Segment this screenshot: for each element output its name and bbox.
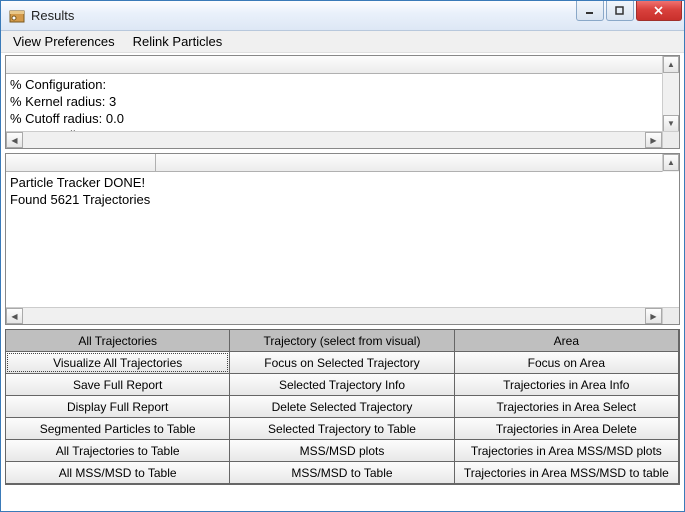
results-window: Results View Preferences Relink Particle… [0,0,685,512]
scroll-left-icon[interactable]: ◀ [6,132,23,148]
titlebar: Results [1,1,684,31]
scroll-up-icon[interactable]: ▲ [663,56,679,73]
scroll-down-icon[interactable]: ▼ [663,115,679,132]
output-header-col [6,154,156,171]
output-pane: Particle Tracker DONE! Found 5621 Trajec… [5,153,680,325]
col-header-trajectory: Trajectory (select from visual) [229,329,454,352]
scroll-right-icon[interactable]: ▶ [645,132,662,148]
app-icon [9,8,25,24]
all-trajectories-to-table-button[interactable]: All Trajectories to Table [5,439,230,462]
action-grid: All Trajectories Trajectory (select from… [5,329,680,485]
focus-on-area-button[interactable]: Focus on Area [454,351,679,374]
mss-msd-plots-button[interactable]: MSS/MSD plots [229,439,454,462]
trajectories-in-area-mss-msd-to-table-button[interactable]: Trajectories in Area MSS/MSD to table [454,461,679,484]
scroll-left-icon[interactable]: ◀ [6,308,23,324]
selected-trajectory-info-button[interactable]: Selected Trajectory Info [229,373,454,396]
minimize-button[interactable] [576,1,604,21]
menu-relink-particles[interactable]: Relink Particles [129,32,227,51]
trajectories-in-area-delete-button[interactable]: Trajectories in Area Delete [454,417,679,440]
output-hscroll[interactable]: ◀ ▶ [6,307,679,324]
save-full-report-button[interactable]: Save Full Report [5,373,230,396]
visualize-all-trajectories-button[interactable]: Visualize All Trajectories [5,351,230,374]
config-header-bar [6,56,679,74]
output-header-bar [6,154,679,172]
trajectories-in-area-mss-msd-plots-button[interactable]: Trajectories in Area MSS/MSD plots [454,439,679,462]
trajectories-in-area-info-button[interactable]: Trajectories in Area Info [454,373,679,396]
scroll-corner [662,308,679,324]
menu-view-preferences[interactable]: View Preferences [9,32,119,51]
col-header-all: All Trajectories [5,329,230,352]
delete-selected-trajectory-button[interactable]: Delete Selected Trajectory [229,395,454,418]
scroll-up-icon[interactable]: ▲ [663,154,679,171]
window-title: Results [31,8,574,23]
maximize-button[interactable] [606,1,634,21]
close-button[interactable] [636,1,682,21]
focus-selected-trajectory-button[interactable]: Focus on Selected Trajectory [229,351,454,374]
mss-msd-to-table-button[interactable]: MSS/MSD to Table [229,461,454,484]
scroll-corner [662,132,679,148]
menubar: View Preferences Relink Particles [1,31,684,53]
output-vscroll[interactable]: ▲ [662,154,679,172]
scroll-right-icon[interactable]: ▶ [645,308,662,324]
config-hscroll[interactable]: ◀ ▶ [6,131,679,148]
all-mss-msd-to-table-button[interactable]: All MSS/MSD to Table [5,461,230,484]
display-full-report-button[interactable]: Display Full Report [5,395,230,418]
segmented-particles-to-table-button[interactable]: Segmented Particles to Table [5,417,230,440]
selected-trajectory-to-table-button[interactable]: Selected Trajectory to Table [229,417,454,440]
output-text[interactable]: Particle Tracker DONE! Found 5621 Trajec… [6,172,679,324]
trajectories-in-area-select-button[interactable]: Trajectories in Area Select [454,395,679,418]
hscroll-track[interactable] [23,308,645,324]
hscroll-track[interactable] [23,132,645,148]
config-pane: % Configuration: % Kernel radius: 3 % Cu… [5,55,680,149]
window-controls [574,1,682,21]
col-header-area: Area [454,329,679,352]
config-vscroll[interactable]: ▲ ▼ [662,56,679,132]
